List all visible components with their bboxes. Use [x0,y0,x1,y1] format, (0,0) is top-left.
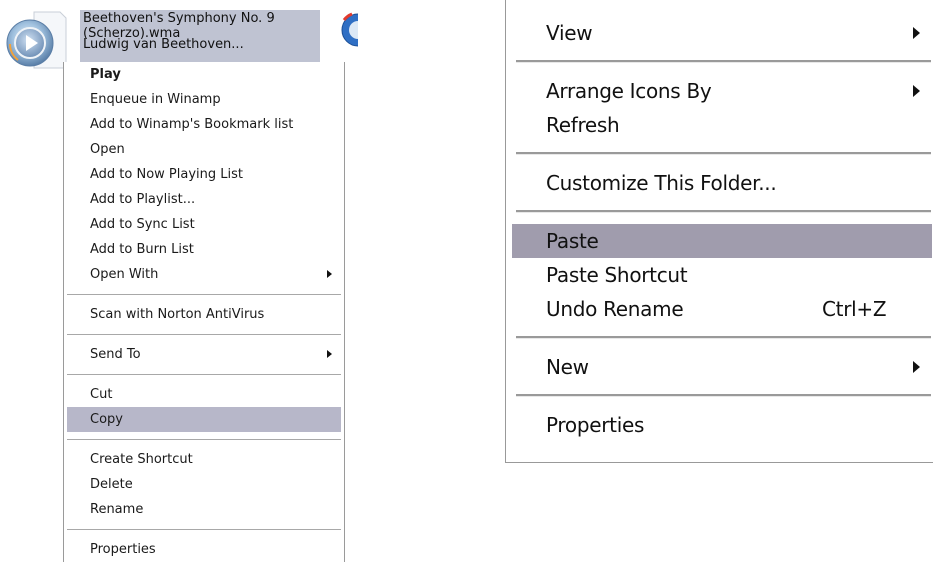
menu-item-delete[interactable]: Delete [67,472,341,497]
menu-item-label: Enqueue in Winamp [90,92,221,107]
menu-item-label: Undo Rename [546,297,684,321]
file-name-label[interactable]: Beethoven's Symphony No. 9 (Scherzo).wma… [80,10,320,62]
windows-media-file-icon[interactable] [4,10,68,72]
menu-item-label: Add to Sync List [90,217,195,232]
menu-item-view[interactable]: View [512,16,932,50]
submenu-arrow-icon [327,270,332,278]
submenu-arrow-icon [913,361,920,373]
menu-item-paste-shortcut[interactable]: Paste Shortcut [512,258,932,292]
menu-item-new[interactable]: New [512,350,932,384]
menu-item-paste[interactable]: Paste [512,224,932,258]
menu-item-properties[interactable]: Properties [512,408,932,442]
menu-item-label: Add to Now Playing List [90,167,243,182]
menu-separator [67,374,341,375]
menu-item-properties[interactable]: Properties [67,537,341,562]
menu-item-refresh[interactable]: Refresh [512,108,932,142]
menu-separator [516,394,931,397]
menu-item-rename[interactable]: Rename [67,497,341,522]
menu-item-send-to[interactable]: Send To [67,342,341,367]
menu-separator [67,529,341,530]
menu-item-label: Paste [546,229,599,253]
menu-item-label: Open With [90,267,159,282]
submenu-arrow-icon [327,350,332,358]
menu-item-label: Rename [90,502,144,517]
menu-item-label: Customize This Folder... [546,171,777,195]
menu-item-label: Add to Winamp's Bookmark list [90,117,294,132]
file-artist-line: Ludwig van Beethoven... [83,37,244,52]
menu-item-label: Paste Shortcut [546,263,688,287]
menu-item-label: Refresh [546,113,620,137]
menu-item-create-shortcut[interactable]: Create Shortcut [67,447,341,472]
menu-item-label: Play [90,67,121,82]
menu-item-scan-with-norton-antivirus[interactable]: Scan with Norton AntiVirus [67,302,341,327]
menu-item-customize-this-folder[interactable]: Customize This Folder... [512,166,932,200]
menu-item-label: Add to Burn List [90,242,194,257]
menu-item-label: Add to Playlist... [90,192,196,207]
file-name-line: Beethoven's Symphony No. 9 [83,11,275,26]
menu-item-label: Properties [546,413,645,437]
menu-item-add-to-sync-list[interactable]: Add to Sync List [67,212,341,237]
menu-item-arrange-icons-by[interactable]: Arrange Icons By [512,74,932,108]
menu-item-label: Delete [90,477,133,492]
menu-item-add-to-winamp-s-bookmark-list[interactable]: Add to Winamp's Bookmark list [67,112,341,137]
menu-item-cut[interactable]: Cut [67,382,341,407]
submenu-arrow-icon [913,27,920,39]
menu-item-add-to-burn-list[interactable]: Add to Burn List [67,237,341,262]
menu-separator [67,439,341,440]
menu-separator [516,152,931,155]
menu-separator [516,336,931,339]
folder-context-menu: View Arrange Icons By Refresh Customize Thi… [505,0,933,463]
file-context-menu: Play Enqueue in Winamp Add to Winamp's Boo… [63,62,345,562]
submenu-arrow-icon [913,85,920,97]
menu-item-label: Copy [90,412,123,427]
menu-item-open-with[interactable]: Open With [67,262,341,287]
menu-item-play[interactable]: Play [67,62,341,87]
menu-item-label: New [546,355,589,379]
windows-media-file-icon[interactable] [338,6,358,50]
menu-item-label: View [546,21,593,45]
menu-separator [67,334,341,335]
menu-item-label: Send To [90,347,141,362]
menu-item-open[interactable]: Open [67,137,341,162]
menu-separator [516,60,931,63]
menu-separator [516,210,931,213]
menu-item-label: Properties [90,542,156,557]
menu-item-copy[interactable]: Copy [67,407,341,432]
menu-item-add-to-playlist[interactable]: Add to Playlist... [67,187,341,212]
menu-item-add-to-now-playing-list[interactable]: Add to Now Playing List [67,162,341,187]
menu-item-shortcut: Ctrl+Z [822,297,887,321]
menu-item-label: Open [90,142,125,157]
menu-item-enqueue-in-winamp[interactable]: Enqueue in Winamp [67,87,341,112]
menu-item-label: Arrange Icons By [546,79,712,103]
menu-item-label: Cut [90,387,113,402]
menu-item-label: Scan with Norton AntiVirus [90,307,265,322]
menu-item-undo-rename[interactable]: Undo Rename Ctrl+Z [512,292,932,326]
menu-item-label: Create Shortcut [90,452,193,467]
menu-separator [67,294,341,295]
